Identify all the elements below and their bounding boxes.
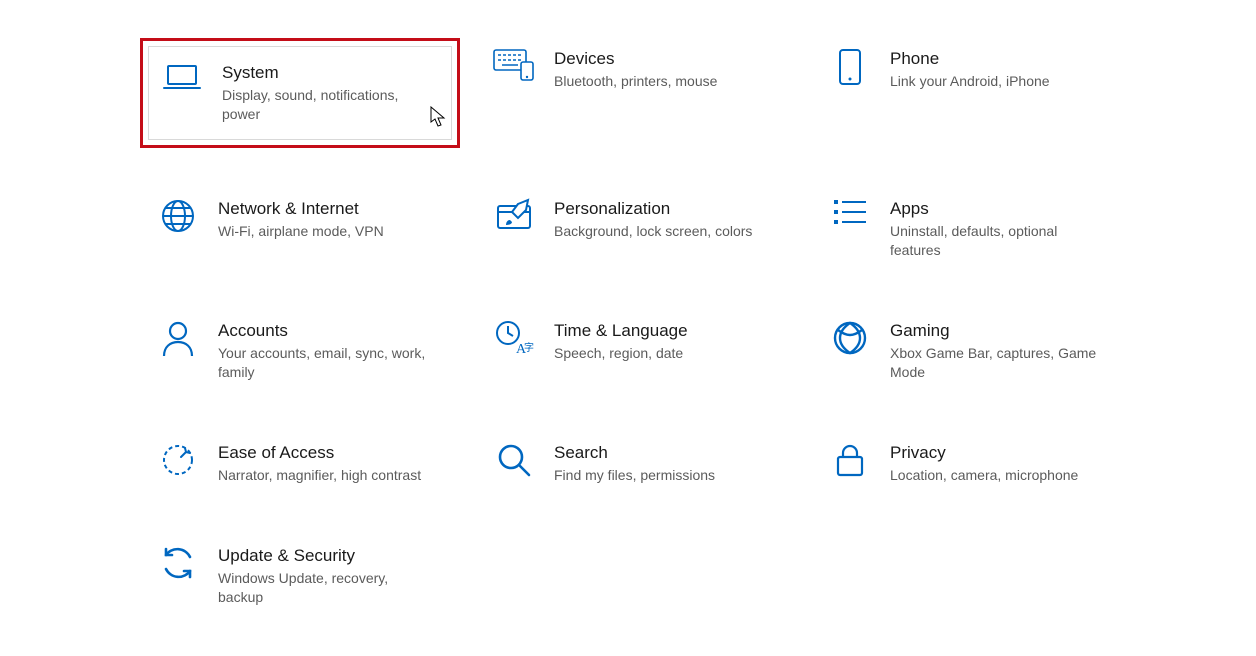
svg-text:字: 字 bbox=[524, 341, 534, 354]
category-title: Ease of Access bbox=[218, 442, 448, 464]
category-time-language[interactable]: A字 Time & Language Speech, region, date bbox=[476, 310, 796, 392]
category-desc: Location, camera, microphone bbox=[890, 466, 1100, 485]
category-title: Gaming bbox=[890, 320, 1120, 342]
category-title: Network & Internet bbox=[218, 198, 448, 220]
category-title: Time & Language bbox=[554, 320, 784, 342]
lock-icon bbox=[826, 442, 874, 482]
category-title: Privacy bbox=[890, 442, 1120, 464]
keyboard-icon bbox=[490, 48, 538, 88]
person-icon bbox=[154, 320, 202, 360]
settings-categories-grid: System Display, sound, notifications, po… bbox=[0, 0, 1256, 617]
gaming-icon bbox=[826, 320, 874, 360]
sync-icon bbox=[154, 545, 202, 585]
category-personalization[interactable]: Personalization Background, lock screen,… bbox=[476, 188, 796, 270]
category-title: Phone bbox=[890, 48, 1120, 70]
category-desc: Link your Android, iPhone bbox=[890, 72, 1100, 91]
phone-icon bbox=[826, 48, 874, 88]
category-desc: Narrator, magnifier, high contrast bbox=[218, 466, 428, 485]
category-network[interactable]: Network & Internet Wi-Fi, airplane mode,… bbox=[140, 188, 460, 270]
time-lang-icon: A字 bbox=[490, 320, 538, 360]
category-title: Search bbox=[554, 442, 784, 464]
paintbrush-icon bbox=[490, 198, 538, 238]
category-privacy[interactable]: Privacy Location, camera, microphone bbox=[812, 432, 1132, 495]
category-apps[interactable]: Apps Uninstall, defaults, optional featu… bbox=[812, 188, 1132, 270]
category-desc: Wi-Fi, airplane mode, VPN bbox=[218, 222, 428, 241]
search-icon bbox=[490, 442, 538, 482]
category-system[interactable]: System Display, sound, notifications, po… bbox=[140, 38, 460, 148]
ease-icon bbox=[154, 442, 202, 482]
category-desc: Find my files, permissions bbox=[554, 466, 764, 485]
category-desc: Speech, region, date bbox=[554, 344, 764, 363]
category-ease-of-access[interactable]: Ease of Access Narrator, magnifier, high… bbox=[140, 432, 460, 495]
category-title: Apps bbox=[890, 198, 1120, 220]
apps-list-icon bbox=[826, 198, 874, 238]
category-title: Devices bbox=[554, 48, 784, 70]
globe-icon bbox=[154, 198, 202, 238]
category-gaming[interactable]: Gaming Xbox Game Bar, captures, Game Mod… bbox=[812, 310, 1132, 392]
category-phone[interactable]: Phone Link your Android, iPhone bbox=[812, 38, 1132, 148]
category-desc: Bluetooth, printers, mouse bbox=[554, 72, 764, 91]
laptop-icon bbox=[158, 62, 206, 102]
category-desc: Background, lock screen, colors bbox=[554, 222, 764, 241]
category-desc: Your accounts, email, sync, work, family bbox=[218, 344, 428, 382]
category-title: Update & Security bbox=[218, 545, 448, 567]
category-update-security[interactable]: Update & Security Windows Update, recove… bbox=[140, 535, 460, 617]
category-desc: Display, sound, notifications, power bbox=[222, 86, 432, 124]
category-title: Personalization bbox=[554, 198, 784, 220]
category-title: System bbox=[222, 62, 448, 84]
category-desc: Xbox Game Bar, captures, Game Mode bbox=[890, 344, 1100, 382]
category-desc: Windows Update, recovery, backup bbox=[218, 569, 428, 607]
category-search[interactable]: Search Find my files, permissions bbox=[476, 432, 796, 495]
category-devices[interactable]: Devices Bluetooth, printers, mouse bbox=[476, 38, 796, 148]
category-accounts[interactable]: Accounts Your accounts, email, sync, wor… bbox=[140, 310, 460, 392]
category-desc: Uninstall, defaults, optional features bbox=[890, 222, 1100, 260]
category-title: Accounts bbox=[218, 320, 448, 342]
